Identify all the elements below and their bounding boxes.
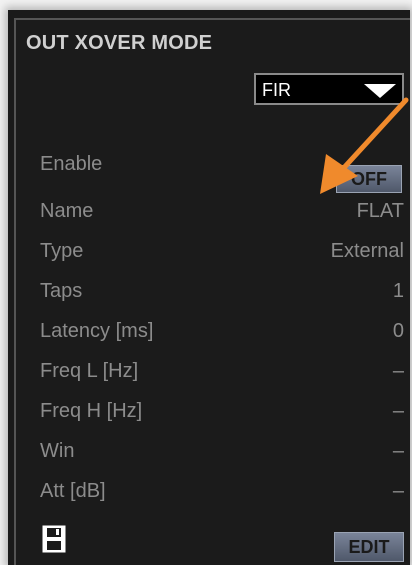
row-taps: Taps 1 — [40, 280, 406, 310]
row-label: Freq H [Hz] — [40, 400, 143, 422]
row-value: – — [392, 400, 404, 422]
row-value: 1 — [392, 280, 404, 302]
mode-dropdown-value: FIR — [262, 80, 291, 100]
row-label: Taps — [40, 280, 83, 302]
row-label: Att [dB] — [40, 480, 106, 502]
row-value: FLAT — [356, 200, 404, 222]
row-value: – — [392, 440, 404, 462]
enable-toggle-button[interactable]: OFF — [336, 165, 402, 193]
row-name: Name FLAT — [40, 200, 406, 230]
row-label: Latency [ms] — [40, 320, 154, 342]
row-value: – — [392, 480, 404, 502]
row-value: 0 — [392, 320, 404, 342]
row-freq-l: Freq L [Hz] – — [40, 360, 406, 390]
panel-title: OUT XOVER MODE — [26, 32, 213, 54]
edit-button[interactable]: EDIT — [334, 532, 404, 562]
mode-dropdown[interactable]: FIR — [254, 73, 404, 105]
row-label: Win — [40, 440, 75, 462]
row-att: Att [dB] – — [40, 480, 406, 510]
row-latency: Latency [ms] 0 — [40, 320, 406, 350]
floppy-disk-icon[interactable] — [42, 525, 66, 553]
row-win: Win – — [40, 440, 406, 470]
row-label: Type — [40, 240, 84, 262]
xover-panel: OUT XOVER MODE FIR Enable OFF Name FLAT … — [14, 18, 410, 565]
row-label: Enable — [40, 153, 103, 175]
row-value: External — [330, 240, 404, 262]
row-freq-h: Freq H [Hz] – — [40, 400, 406, 430]
row-label: Freq L [Hz] — [40, 360, 139, 382]
row-type: Type External — [40, 240, 406, 270]
chevron-down-icon — [364, 84, 396, 98]
row-label: Name — [40, 200, 94, 222]
row-value: – — [392, 360, 404, 382]
